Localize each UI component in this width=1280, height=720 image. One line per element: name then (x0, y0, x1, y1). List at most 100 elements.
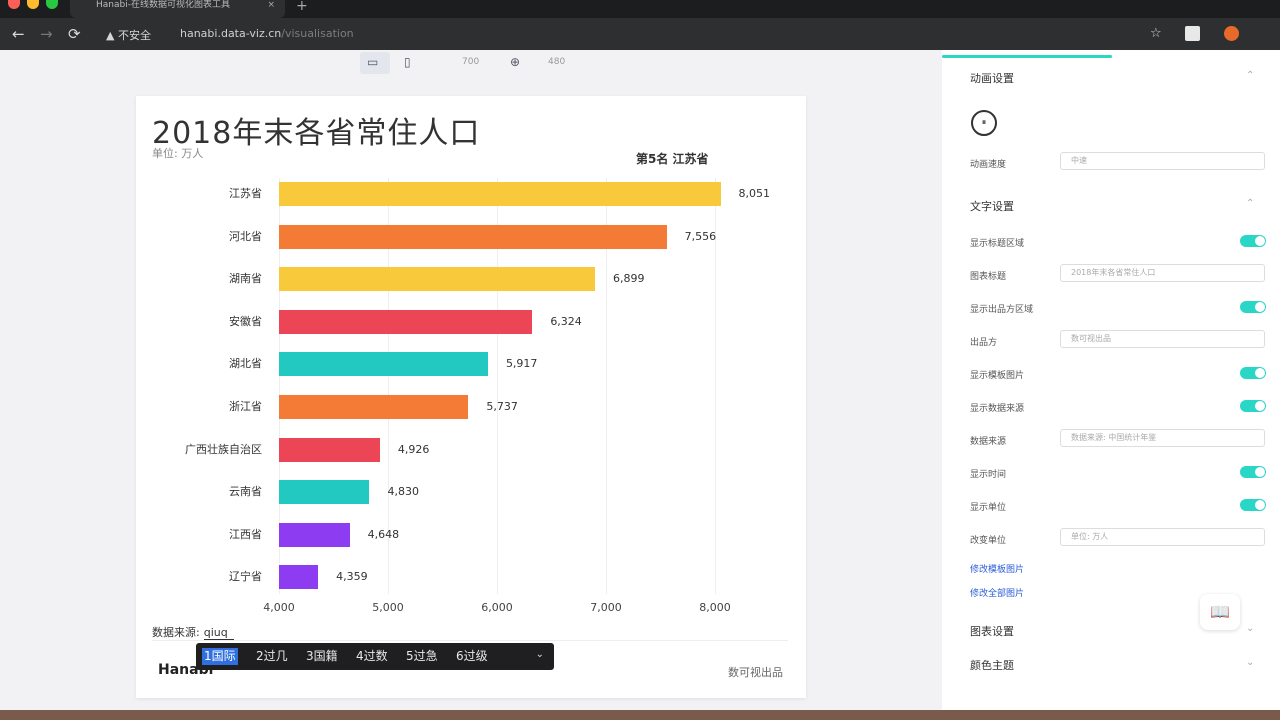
x-tick-label: 4,000 (263, 601, 295, 614)
setting-toggle[interactable] (1240, 499, 1266, 511)
color-section-title[interactable]: 颜色主题 (970, 657, 1014, 673)
chevron-down-icon[interactable]: ⌄ (536, 649, 544, 660)
bar (279, 352, 488, 377)
browser-tab[interactable]: Hanabi-在线数据可视化图表工具 × (70, 0, 285, 18)
category-label: 广西壮族自治区 (185, 442, 262, 456)
value-label: 4,648 (367, 527, 400, 541)
setting-label: 数据来源 (970, 437, 1007, 447)
minimize-window-icon[interactable] (27, 0, 39, 9)
animation-section-title[interactable]: 动画设置 (970, 70, 1014, 86)
category-label: 江西省 (229, 527, 262, 541)
desktop-icon[interactable]: ▭ (367, 55, 378, 69)
ime-candidate[interactable]: 3国籍 (304, 648, 340, 665)
value-label: 5,917 (505, 357, 538, 371)
star-icon[interactable]: ☆ (1150, 24, 1162, 44)
category-label: 湖北省 (229, 357, 262, 371)
close-window-icon[interactable] (8, 0, 20, 9)
extension-icon[interactable] (1185, 26, 1200, 41)
chart-unit: 单位: 万人 (152, 147, 204, 160)
url-field[interactable]: hanabi.data-viz.cn/visualisation (180, 27, 354, 40)
category-label: 安徽省 (229, 314, 262, 328)
reload-icon[interactable]: ⟳ (68, 24, 81, 44)
ime-candidate[interactable]: 4过数 (354, 648, 390, 665)
active-tab-indicator (942, 55, 1112, 58)
bar (279, 182, 721, 206)
category-label: 湖南省 (229, 272, 262, 286)
setting-input[interactable]: 单位: 万人 (1060, 528, 1265, 546)
forward-icon[interactable]: → (40, 24, 53, 44)
data-source: 数据来源: qiuq (152, 624, 234, 640)
os-dock (0, 710, 1280, 720)
chart-section-title[interactable]: 图表设置 (970, 623, 1014, 639)
setting-label: 显示数据来源 (970, 404, 1025, 414)
setting-toggle[interactable] (1240, 400, 1266, 412)
tab-close-icon[interactable]: × (267, 0, 275, 10)
setting-toggle[interactable] (1240, 367, 1266, 379)
chevron-up-icon[interactable]: ⌃ (1246, 198, 1254, 209)
category-label: 江苏省 (229, 187, 262, 200)
category-label: 河北省 (229, 229, 262, 243)
ime-candidate[interactable]: 5过急 (404, 648, 440, 665)
value-label: 4,926 (397, 442, 430, 456)
bar (279, 395, 469, 419)
url-host: hanabi.data-viz.cn (180, 27, 282, 40)
bar (279, 565, 319, 590)
bar (279, 224, 667, 249)
browser-tab-bar: Hanabi-在线数据可视化图表工具 × + (0, 0, 1280, 18)
value-label: 8,051 (738, 187, 771, 200)
source-label: 数据来源: (152, 626, 200, 639)
value-label: 4,359 (336, 570, 368, 584)
source-input[interactable]: qiuq (203, 626, 234, 640)
bar (279, 267, 595, 292)
footer-divider (152, 640, 788, 641)
setting-toggle[interactable] (1240, 235, 1266, 247)
security-warning[interactable]: ▲ 不安全 (106, 27, 151, 43)
bar (279, 522, 350, 547)
setting-label: 出品方 (970, 338, 998, 348)
setting-input[interactable]: 2018年末各省常住人口 (1060, 264, 1265, 282)
setting-toggle[interactable] (1240, 466, 1266, 478)
setting-label: 图表标题 (970, 272, 1007, 282)
x-tick-label: 8,000 (699, 601, 731, 614)
setting-label: 显示时间 (970, 470, 1007, 480)
value-label: 4,830 (387, 485, 419, 499)
maximize-window-icon[interactable] (46, 0, 58, 9)
edit-template-image-link[interactable]: 修改模板图片 (970, 562, 1024, 575)
setting-label: 显示模板图片 (970, 371, 1025, 381)
new-tab-icon[interactable]: + (296, 0, 308, 14)
setting-label: 显示出品方区域 (970, 305, 1034, 315)
chevron-up-icon[interactable]: ⌃ (1246, 70, 1254, 81)
height-value[interactable]: 480 (548, 57, 565, 67)
bar (279, 480, 370, 505)
chevron-down-icon[interactable]: ⌄ (1246, 623, 1254, 634)
url-path: /visualisation (281, 27, 354, 40)
value-label: 7,556 (684, 229, 717, 243)
chevron-down-icon[interactable]: ⌄ (1246, 657, 1254, 668)
help-book-icon[interactable]: 📖 (1200, 594, 1240, 630)
mobile-icon[interactable]: ▯ (404, 55, 411, 69)
back-icon[interactable]: ← (12, 24, 25, 44)
category-label: 浙江省 (229, 400, 262, 413)
setting-label: 显示标题区域 (970, 239, 1025, 249)
bar (279, 309, 533, 334)
ime-candidate[interactable]: 2过几 (254, 648, 290, 665)
avatar[interactable] (1224, 26, 1239, 41)
tab-title: Hanabi-在线数据可视化图表工具 (96, 0, 230, 10)
setting-input[interactable]: 数据来源: 中国统计年鉴 (1060, 429, 1265, 447)
value-label: 6,899 (612, 272, 645, 286)
text-section-title[interactable]: 文字设置 (970, 198, 1014, 214)
pause-button[interactable]: ⏸ (971, 110, 997, 136)
width-value[interactable]: 700 (462, 57, 479, 67)
rank-label: 第5名 江苏省 (636, 152, 709, 166)
category-label: 云南省 (229, 485, 262, 499)
setting-input[interactable]: 数可视出品 (1060, 330, 1265, 348)
x-tick-label: 5,000 (372, 601, 404, 614)
setting-toggle[interactable] (1240, 301, 1266, 313)
edit-all-images-link[interactable]: 修改全部图片 (970, 586, 1024, 599)
ime-candidate[interactable]: 1国际 (202, 648, 238, 665)
value-label: 5,737 (486, 400, 518, 413)
ime-candidate[interactable]: 6过级 (454, 648, 490, 665)
bar (279, 437, 380, 462)
lock-icon[interactable]: ⊕ (510, 55, 520, 69)
speed-select[interactable]: 中速 (1060, 152, 1265, 170)
